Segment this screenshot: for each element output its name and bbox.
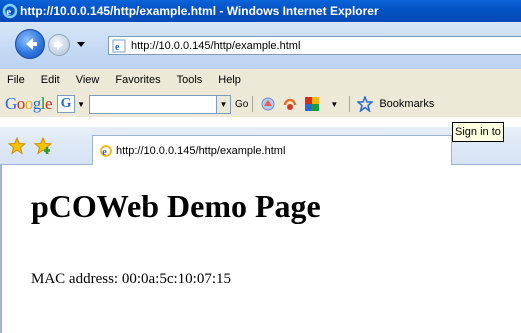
address-bar[interactable]: e http://10.0.0.145/http/example.html <box>108 36 521 55</box>
mac-address-text: MAC address: 00:0a:5c:10:07:15 <box>31 271 231 287</box>
back-button[interactable] <box>15 29 45 59</box>
menu-file[interactable]: File <box>0 74 33 86</box>
svg-text:e: e <box>115 42 120 53</box>
ie-page-icon: e <box>100 144 112 158</box>
bookmark-star-icon[interactable] <box>356 95 374 113</box>
google-g-dropdown[interactable]: ▼ <box>77 100 85 109</box>
menu-tools[interactable]: Tools <box>169 74 211 86</box>
tooltip: Sign in to <box>452 122 504 142</box>
menu-favorites[interactable]: Favorites <box>107 74 168 86</box>
menu-help[interactable]: Help <box>210 74 249 86</box>
page-content: pCOWeb Demo Page MAC address: 00:0a:5c:1… <box>0 165 521 333</box>
page-rank-icon[interactable] <box>259 95 277 113</box>
favorites-star-icon[interactable] <box>7 136 27 160</box>
google-search-input[interactable] <box>88 94 217 114</box>
toolbar-separator <box>349 96 351 112</box>
menu-edit[interactable]: Edit <box>33 74 68 86</box>
page-heading: pCOWeb Demo Page <box>31 188 321 224</box>
navigation-bar: e http://10.0.0.145/http/example.html <box>0 22 521 69</box>
forward-button[interactable] <box>48 34 70 56</box>
chevron-down-icon[interactable]: ▼ <box>325 95 343 113</box>
history-dropdown[interactable] <box>76 38 86 52</box>
tab-active[interactable]: e http://10.0.0.145/http/example.html <box>92 135 452 165</box>
go-button[interactable]: Go <box>235 99 248 110</box>
popup-blocker-icon[interactable] <box>303 95 321 113</box>
google-search-dropdown[interactable]: ▼ <box>216 94 231 114</box>
spellcheck-icon[interactable] <box>281 95 299 113</box>
google-logo[interactable]: Google <box>5 94 53 114</box>
menu-bar: File Edit View Favorites Tools Help <box>0 69 521 91</box>
tab-title: http://10.0.0.145/http/example.html <box>116 144 286 157</box>
window-title: http://10.0.0.145/http/example.html - Wi… <box>20 4 379 18</box>
window-titlebar: e http://10.0.0.145/http/example.html - … <box>0 0 521 22</box>
menu-view[interactable]: View <box>68 74 108 86</box>
ie-icon: e <box>2 3 18 19</box>
back-arrow-icon <box>26 38 37 50</box>
google-g-button[interactable]: G <box>57 95 76 113</box>
ie-page-icon: e <box>112 39 126 53</box>
svg-text:e: e <box>6 6 11 18</box>
forward-arrow-icon <box>54 40 63 50</box>
toolbar-separator <box>252 96 254 112</box>
google-toolbar: Google G ▼ ▼ Go ▼ Bookmarks <box>0 91 521 117</box>
tab-bar: e http://10.0.0.145/http/example.html <box>0 127 521 292</box>
address-text: http://10.0.0.145/http/example.html <box>131 39 301 52</box>
svg-text:e: e <box>102 147 107 158</box>
chevron-down-icon <box>77 42 85 47</box>
add-favorite-icon[interactable] <box>33 136 53 160</box>
bookmarks-button[interactable]: Bookmarks <box>379 98 434 110</box>
